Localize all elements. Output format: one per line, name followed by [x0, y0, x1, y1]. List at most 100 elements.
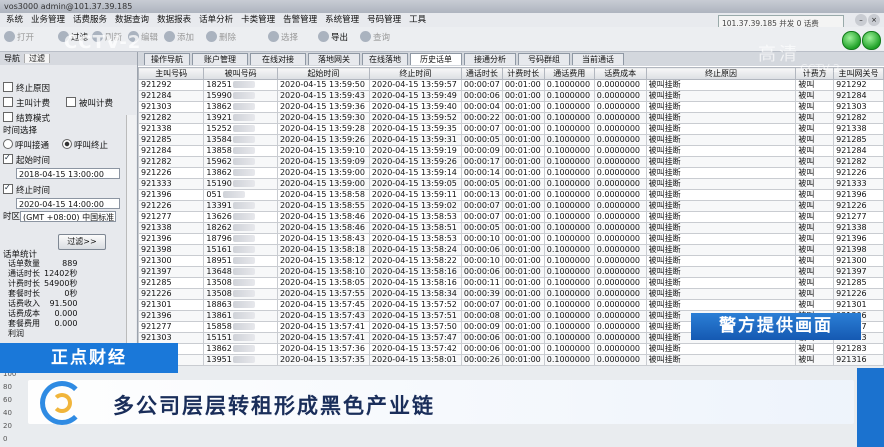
menu-item[interactable]: 系统管理	[325, 15, 359, 25]
checkbox-icon[interactable]	[3, 82, 13, 92]
grid-tab[interactable]: 号码群组	[518, 53, 570, 65]
checkbox-checked-icon[interactable]	[3, 152, 13, 164]
table-row[interactable]: 921292 18251 2020-04-15 13:59:50 2020-04-15…	[137, 79, 884, 91]
table-cell: 00:00:07	[460, 123, 503, 135]
checkbox-icon[interactable]	[66, 97, 76, 107]
table-row[interactable]: 921397 13648 2020-04-15 13:58:10 2020-04-15…	[137, 266, 884, 278]
table-cell: 0.0000000	[593, 178, 647, 190]
table-row[interactable]: 921333 15190 2020-04-15 13:59:00 2020-04-15…	[137, 178, 884, 190]
table-row[interactable]: 921283 13862 2020-04-15 13:57:36 2020-04-15…	[137, 343, 884, 355]
checkbox-icon[interactable]	[3, 112, 13, 122]
table-cell: 0.1000000	[543, 266, 595, 278]
table-row[interactable]: 921338 15252 2020-04-15 13:59:28 2020-04-15…	[137, 123, 884, 135]
table-row[interactable]: 921396 051 2020-04-15 13:58:58 2020-04-15 1…	[137, 189, 884, 201]
checkbox-icon[interactable]	[3, 97, 13, 107]
menu-item[interactable]: 业务管理	[31, 15, 65, 25]
menu-item[interactable]: 卡类管理	[241, 15, 275, 25]
column-header[interactable]: 被叫号码	[203, 67, 278, 80]
table-row[interactable]: 921316 13951 2020-04-15 13:57:35 2020-04-15…	[137, 354, 884, 366]
table-row[interactable]: 921284 13858 2020-04-15 13:59:10 2020-04-15…	[137, 145, 884, 157]
minimize-icon[interactable]: –	[855, 14, 867, 26]
checkbox-end-reason[interactable]: 终止原因	[3, 82, 50, 95]
toolbar-button[interactable]: 查询	[360, 31, 390, 45]
checkbox-end-time[interactable]: 终止时间	[3, 182, 50, 197]
filter-button[interactable]: 过滤>>	[58, 234, 106, 250]
menu-item[interactable]: 工具	[409, 15, 426, 25]
menu-item[interactable]: 号码管理	[367, 15, 401, 25]
cell-text: 921226	[141, 168, 172, 178]
table-row[interactable]: 921277 13626 2020-04-15 13:58:46 2020-04-15…	[137, 211, 884, 223]
table-row[interactable]: 921300 18951 2020-04-15 13:58:12 2020-04-15…	[137, 255, 884, 267]
toolbar-button[interactable]: 打开	[4, 31, 34, 45]
close-icon[interactable]: ×	[868, 14, 880, 26]
cell-text: 921397	[141, 267, 172, 277]
checkbox-start-time[interactable]: 起始时间	[3, 152, 50, 167]
cell-text: 0.1000000	[546, 322, 591, 332]
menu-item[interactable]: 话单分析	[199, 15, 233, 25]
menu-item[interactable]: 话费服务	[73, 15, 107, 25]
table-row[interactable]: 921338 18262 2020-04-15 13:58:46 2020-04-15…	[137, 222, 884, 234]
cell-text: 921277	[141, 212, 172, 222]
end-time-input[interactable]: 2020-04-15 14:00:00	[16, 198, 120, 209]
checkbox-callee-billing[interactable]: 被叫计费	[66, 97, 113, 110]
checkbox-checked-icon[interactable]	[3, 182, 13, 194]
grid-tab[interactable]: 账户管理	[192, 53, 248, 65]
grid-tab[interactable]: 历史话单	[410, 53, 462, 65]
column-header[interactable]: 起始时间	[276, 67, 370, 80]
cell-text: 051	[206, 190, 222, 200]
column-header[interactable]: 终止原因	[645, 67, 797, 80]
start-time-input[interactable]: 2018-04-15 13:00:00	[16, 168, 120, 179]
column-header[interactable]: 通话时长	[460, 67, 503, 80]
column-header[interactable]: 主叫网关号	[833, 67, 884, 80]
radio-selected-icon[interactable]	[62, 139, 72, 149]
table-row[interactable]: 921285 13508 2020-04-15 13:58:05 2020-04-15…	[137, 277, 884, 289]
table-row[interactable]: 921398 15161 2020-04-15 13:58:18 2020-04-15…	[137, 244, 884, 256]
grid-tab[interactable]: 当前通话	[572, 53, 624, 65]
radio-call-start[interactable]: 呼叫接通	[3, 139, 49, 152]
redacted-mask	[232, 158, 255, 166]
cell-text: 被叫挂断	[648, 355, 681, 365]
table-cell: 2020-04-15 13:59:14	[368, 167, 462, 179]
table-row[interactable]: 921285 13584 2020-04-15 13:59:26 2020-04-15…	[137, 134, 884, 146]
menu-item[interactable]: 告警管理	[283, 15, 317, 25]
table-row[interactable]: 921396 18796 2020-04-15 13:58:43 2020-04-15…	[137, 233, 884, 245]
column-header[interactable]: 终止时间	[368, 67, 462, 80]
toolbar-button[interactable]: 导出	[318, 31, 348, 45]
menu-item[interactable]: 数据查询	[115, 15, 149, 25]
toolbar-button[interactable]: 添加	[164, 31, 194, 45]
column-header[interactable]: 主叫号码	[137, 67, 205, 80]
menu-item[interactable]: 数据报表	[157, 15, 191, 25]
cell-text: 921226	[141, 289, 172, 299]
column-header[interactable]: 通话费用	[543, 67, 595, 80]
toolbar-button[interactable]: 删除	[206, 31, 236, 45]
table-row[interactable]: 921226 13391 2020-04-15 13:58:55 2020-04-15…	[137, 200, 884, 212]
table-row[interactable]: 921303 13862 2020-04-15 13:59:36 2020-04-15…	[137, 101, 884, 113]
table-row[interactable]: 921282 15962 2020-04-15 13:59:09 2020-04-15…	[137, 156, 884, 168]
grid-tab[interactable]: 在线落地	[362, 53, 408, 65]
radio-call-end[interactable]: 呼叫终止	[62, 139, 108, 152]
column-header[interactable]: 话费成本	[593, 67, 647, 80]
menu-item[interactable]: 系统	[6, 15, 23, 25]
program-name-badge: 正点财经	[0, 343, 178, 373]
toolbar-button[interactable]: 选择	[268, 31, 298, 45]
table-row[interactable]: 921284 15990 2020-04-15 13:59:43 2020-04-15…	[137, 90, 884, 102]
redacted-mask	[232, 136, 255, 144]
checkbox-caller-billing[interactable]: 主叫计费	[3, 97, 50, 110]
cell-text: 00:00:07	[463, 201, 500, 211]
grid-tab[interactable]: 接通分析	[464, 53, 516, 65]
table-row[interactable]: 921226 13862 2020-04-15 13:59:00 2020-04-15…	[137, 167, 884, 179]
table-row[interactable]: 921301 18863 2020-04-15 13:57:45 2020-04-15…	[137, 299, 884, 311]
table-row[interactable]: 921226 13508 2020-04-15 13:57:55 2020-04-15…	[137, 288, 884, 300]
column-header[interactable]: 计费时长	[501, 67, 545, 80]
table-row[interactable]: 921282 13921 2020-04-15 13:59:30 2020-04-15…	[137, 112, 884, 124]
table-cell: 被叫挂断	[645, 101, 797, 113]
radio-icon[interactable]	[3, 139, 13, 149]
checkbox-settlement-mode[interactable]: 结算模式	[3, 112, 50, 125]
grid-tab[interactable]: 操作导航	[144, 53, 190, 65]
tab-navigation[interactable]: 导航	[0, 54, 25, 63]
table-cell: 15252	[203, 123, 278, 135]
tab-filter[interactable]: 过滤	[25, 54, 50, 63]
grid-tab[interactable]: 在线对接	[250, 53, 306, 65]
timezone-select[interactable]: (GMT +08:00) 中国标准时间	[20, 211, 116, 222]
grid-tab[interactable]: 落地网关	[308, 53, 360, 65]
